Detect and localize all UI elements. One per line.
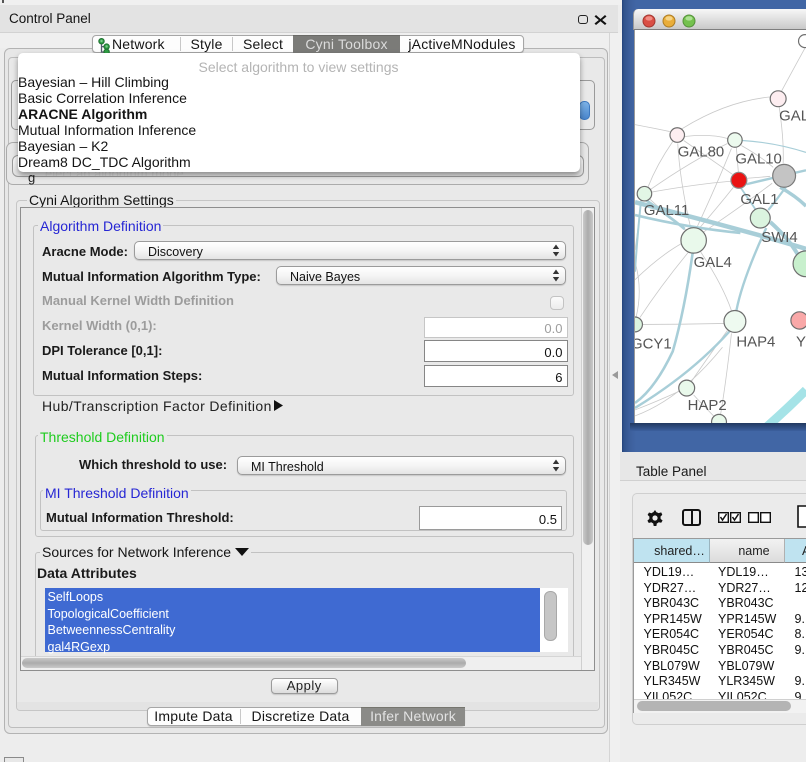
svg-text:HAP2: HAP2	[688, 398, 727, 414]
svg-text:Y: Y	[796, 334, 806, 350]
svg-text:GAL1: GAL1	[740, 192, 778, 208]
svg-text:GAL2: GAL2	[779, 109, 806, 125]
svg-text:SWI4: SWI4	[761, 230, 797, 246]
svg-text:GAL10: GAL10	[735, 151, 781, 167]
svg-text:GAL4: GAL4	[694, 255, 732, 271]
svg-text:GAL80: GAL80	[678, 144, 724, 160]
svg-text:HAP4: HAP4	[736, 334, 775, 350]
svg-text:GAL11: GAL11	[644, 203, 689, 219]
svg-text:GCY1: GCY1	[634, 336, 672, 352]
